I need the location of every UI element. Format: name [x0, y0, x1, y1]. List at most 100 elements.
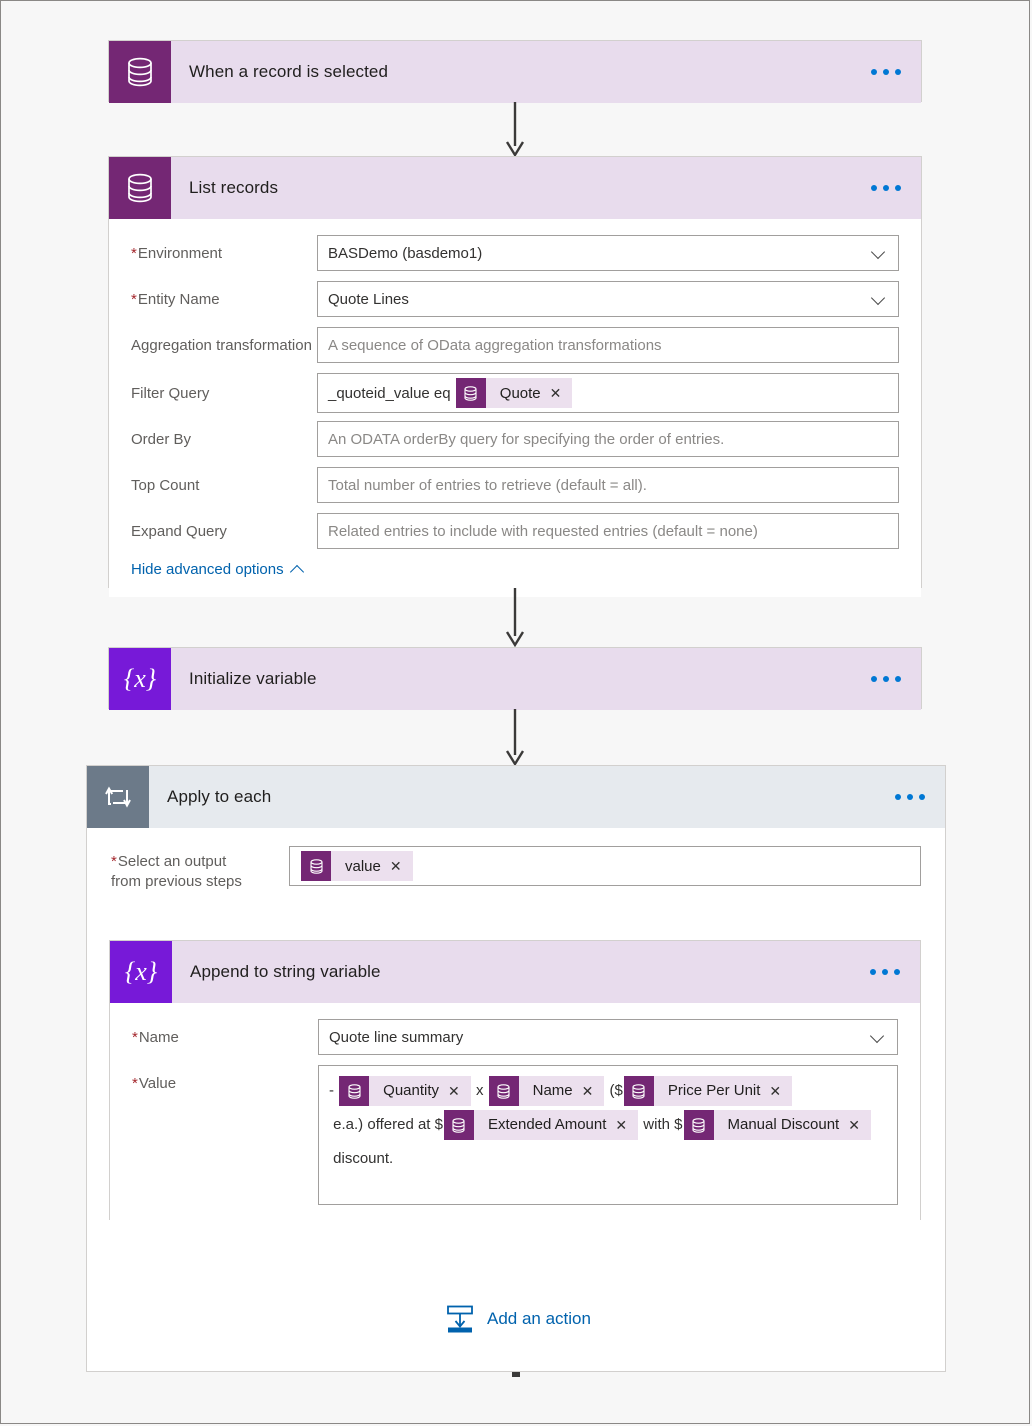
variable-braces-icon: {x}	[110, 941, 172, 1003]
token-label: Name	[532, 1082, 573, 1099]
flow-step-initialize-variable[interactable]: {x} Initialize variable	[108, 647, 922, 710]
value-text-segment: with $	[639, 1116, 683, 1134]
select-output-input[interactable]: value ✕	[289, 846, 921, 886]
step-title: List records	[189, 178, 279, 197]
required-asterisk: *	[132, 1029, 138, 1046]
more-commands-button[interactable]	[851, 157, 921, 219]
chevron-down-icon	[871, 1029, 887, 1045]
dynamic-content-token-quantity[interactable]: Quantity ✕	[339, 1076, 471, 1106]
token-remove-icon[interactable]: ✕	[582, 1084, 605, 1098]
field-row-select-output: *Select an output from previous steps va…	[111, 846, 921, 892]
dot	[870, 969, 876, 975]
field-label-line2: from previous steps	[111, 873, 242, 890]
token-label: Manual Discount	[727, 1116, 840, 1134]
dataverse-database-icon	[339, 1076, 370, 1106]
value-text-segment: discount.	[329, 1150, 394, 1168]
token-remove-icon[interactable]: ✕	[848, 1118, 871, 1132]
flow-step-append-to-string-variable[interactable]: {x} Append to string variable * Name Quot…	[109, 940, 921, 1223]
append-form: * Name Quote line summary *Value - Quanti…	[110, 1003, 920, 1223]
field-label: Order By	[131, 431, 192, 448]
value-text-segment: e.a.)	[329, 1116, 368, 1134]
field-row-expand-query: Expand Query Related entries to include …	[131, 513, 899, 549]
connector-arrow	[505, 709, 525, 767]
connector-arrow	[505, 588, 525, 648]
link-label: Hide advanced options	[131, 561, 284, 578]
value-rich-input[interactable]: - Quantity ✕ x Name ✕ ($ Price Per Unit …	[318, 1065, 898, 1205]
token-remove-icon[interactable]: ✕	[448, 1084, 471, 1098]
filter-query-input[interactable]: _quoteid_value eq Quote ✕	[317, 373, 899, 413]
dataverse-database-icon	[109, 41, 171, 103]
card-header: {x} Append to string variable	[110, 941, 920, 1003]
list-records-form: *Environment BASDemo (basdemo1) *Entity …	[109, 219, 921, 597]
dot	[894, 969, 900, 975]
more-commands-button[interactable]	[851, 648, 921, 710]
field-label: *Value	[132, 1075, 177, 1092]
token-label: Extended Amount	[487, 1116, 607, 1134]
dynamic-content-token-extended-amount[interactable]: Extended Amount ✕	[443, 1110, 639, 1141]
hide-advanced-options-link[interactable]: Hide advanced options	[131, 561, 304, 578]
field-placeholder: A sequence of OData aggregation transfor…	[328, 336, 662, 354]
field-label: Aggregation transformation	[131, 337, 312, 354]
top-count-input[interactable]: Total number of entries to retrieve (def…	[317, 467, 899, 503]
apply-to-each-form: *Select an output from previous steps va…	[87, 828, 945, 892]
more-commands-button[interactable]	[875, 766, 945, 828]
card-header: List records	[109, 157, 921, 219]
dataverse-database-icon	[683, 1110, 714, 1141]
dynamic-content-token-manual-discount[interactable]: Manual Discount ✕	[683, 1110, 871, 1141]
token-remove-icon[interactable]: ✕	[390, 859, 413, 873]
step-title: When a record is selected	[189, 62, 389, 81]
filter-query-text: _quoteid_value eq	[328, 384, 455, 402]
token-remove-icon[interactable]: ✕	[769, 1084, 792, 1098]
field-label-line1: Select an output	[117, 853, 227, 870]
card-header: {x} Initialize variable	[109, 648, 921, 710]
expand-query-input[interactable]: Related entries to include with requeste…	[317, 513, 899, 549]
token-label: Price Per Unit	[667, 1082, 761, 1099]
dot	[895, 185, 901, 191]
flow-step-trigger[interactable]: When a record is selected	[108, 40, 922, 103]
add-action-label: Add an action	[487, 1309, 591, 1328]
card-header: Apply to each	[87, 766, 945, 828]
add-an-action-button[interactable]: Add an action	[445, 1304, 591, 1334]
dot	[895, 676, 901, 682]
field-value: Quote line summary	[329, 1028, 464, 1046]
insert-action-icon	[447, 1305, 473, 1333]
variable-name-dropdown[interactable]: Quote line summary	[318, 1019, 898, 1055]
more-commands-button[interactable]	[850, 941, 920, 1003]
value-text-segment: x	[471, 1082, 488, 1099]
value-text-segment: -	[329, 1082, 339, 1099]
field-row-aggregation-transformation: Aggregation transformation A sequence of…	[131, 327, 899, 363]
order-by-input[interactable]: An ODATA orderBy query for specifying th…	[317, 421, 899, 457]
required-asterisk: *	[132, 1075, 138, 1092]
flow-step-list-records[interactable]: List records *Environment BASDemo (basde…	[108, 156, 922, 597]
aggregation-transformation-input[interactable]: A sequence of OData aggregation transfor…	[317, 327, 899, 363]
dataverse-database-icon	[488, 1076, 519, 1106]
token-remove-icon[interactable]: ✕	[550, 386, 573, 400]
dynamic-content-token-value[interactable]: value ✕	[301, 851, 413, 881]
field-value: Quote Lines	[328, 290, 409, 308]
dynamic-content-token-quote[interactable]: Quote ✕	[455, 378, 573, 408]
more-commands-button[interactable]	[851, 41, 921, 103]
dot	[919, 794, 925, 800]
required-asterisk: *	[111, 853, 117, 870]
chevron-up-icon	[291, 563, 304, 576]
dot	[883, 69, 889, 75]
field-row-environment: *Environment BASDemo (basdemo1)	[131, 235, 899, 271]
field-placeholder: Total number of entries to retrieve (def…	[328, 476, 647, 494]
dot	[883, 676, 889, 682]
dataverse-database-icon	[109, 157, 171, 219]
dynamic-content-token-name[interactable]: Name ✕	[488, 1076, 605, 1106]
entity-name-dropdown[interactable]: Quote Lines	[317, 281, 899, 317]
field-label: Expand Query	[131, 523, 227, 540]
field-row-value: *Value - Quantity ✕ x Name ✕ ($ Price Pe…	[132, 1065, 898, 1205]
field-label: *Entity Name	[131, 291, 220, 308]
token-label: Quantity	[383, 1082, 440, 1099]
dataverse-database-icon	[443, 1110, 474, 1141]
required-asterisk: *	[131, 245, 137, 262]
token-remove-icon[interactable]: ✕	[615, 1118, 638, 1132]
dot	[882, 969, 888, 975]
environment-dropdown[interactable]: BASDemo (basdemo1)	[317, 235, 899, 271]
dot	[907, 794, 913, 800]
dataverse-database-icon	[623, 1076, 654, 1106]
dynamic-content-token-price-per-unit[interactable]: Price Per Unit ✕	[623, 1076, 793, 1106]
flow-step-apply-to-each[interactable]: Apply to each *Select an output from pre…	[86, 765, 946, 1372]
